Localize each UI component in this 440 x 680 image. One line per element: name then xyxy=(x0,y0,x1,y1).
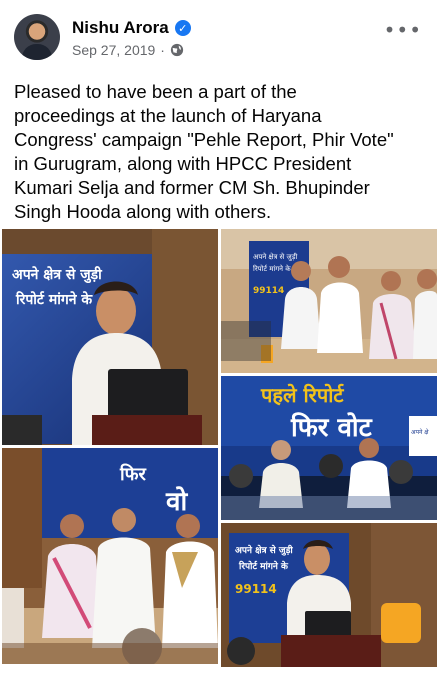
post-photo-4[interactable]: फिर वो xyxy=(2,448,218,664)
banner-fragment: फिर xyxy=(119,463,147,485)
banner-text: अपने क्षेत्र से जुड़ी xyxy=(235,544,293,556)
author-row: Nishu Arora ✓ xyxy=(72,18,191,38)
banner-number: 99114 xyxy=(235,582,277,596)
banner-text: रिपोर्ट मांगने के xyxy=(238,560,289,572)
banner-headline: पहले रिपोर्ट xyxy=(260,383,344,407)
banner-text: रिपोर्ट मांगने के xyxy=(15,291,93,308)
post-meta: Sep 27, 2019 · xyxy=(72,42,184,58)
banner-text: अपने क्षेत्र से जुड़ी xyxy=(12,266,103,284)
post-photo-1[interactable]: अपने क्षेत्र से जुड़ी रिपोर्ट मांगने के xyxy=(2,229,218,445)
post-photo-3[interactable]: पहले रिपोर्ट फिर वोट अपने क्षे xyxy=(221,376,437,520)
post-date[interactable]: Sep 27, 2019 xyxy=(72,42,155,58)
post-photo-2[interactable]: अपने क्षेत्र से जुड़ी रिपोर्ट मांगने के … xyxy=(221,229,437,373)
banner-text: अपने क्षे xyxy=(411,428,429,436)
post-header: Nishu Arora ✓ Sep 27, 2019 · ••• xyxy=(14,12,426,64)
banner-headline-2: फिर वोट xyxy=(290,412,373,443)
post-photo-5[interactable]: अपने क्षेत्र से जुड़ी रिपोर्ट मांगने के … xyxy=(221,523,437,667)
meta-separator: · xyxy=(160,42,165,58)
banner-number: 99114 xyxy=(253,286,284,296)
banner-fragment-2: वो xyxy=(165,486,188,517)
banner-text: रिपोर्ट मांगने के xyxy=(253,264,291,273)
verified-badge-icon: ✓ xyxy=(174,20,191,36)
author-name[interactable]: Nishu Arora xyxy=(72,18,169,38)
banner-text: अपने क्षेत्र से जुड़ी xyxy=(253,252,297,261)
avatar[interactable] xyxy=(14,14,60,60)
globe-icon[interactable] xyxy=(170,43,184,57)
more-options-icon[interactable]: ••• xyxy=(384,18,422,42)
post-text: Pleased to have been a part of the proce… xyxy=(14,81,394,222)
